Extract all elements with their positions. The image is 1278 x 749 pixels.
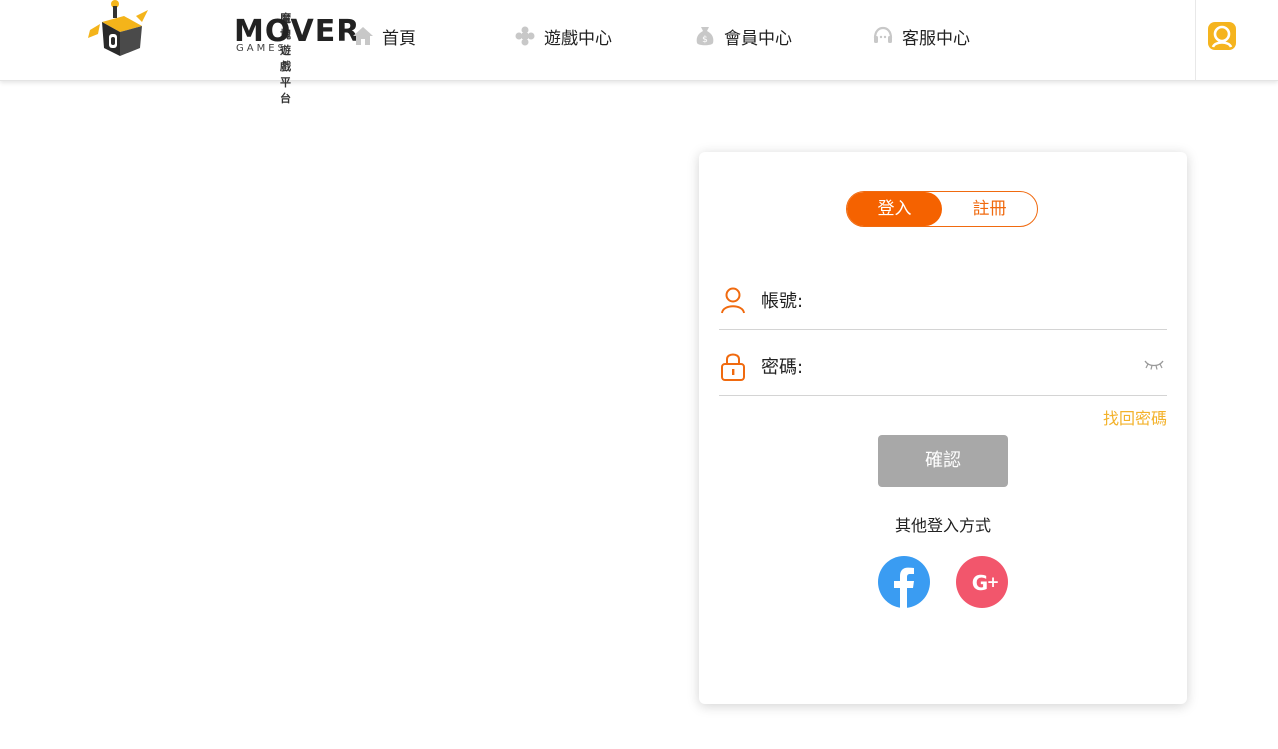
login-card: 登入 註冊 帳號: 密碼: 找回密碼 確認 其他登入方式 G + (699, 152, 1187, 704)
tab-login[interactable]: 登入 (847, 192, 942, 226)
money-bag-icon: $ (696, 27, 714, 46)
svg-text:$: $ (702, 35, 708, 45)
nav-service-center[interactable]: 客服中心 (872, 22, 970, 50)
tab-register[interactable]: 註冊 (942, 192, 1037, 226)
facebook-icon (894, 567, 914, 608)
nav-home-label: 首頁 (382, 28, 416, 49)
account-input[interactable] (815, 283, 1129, 315)
nav-home[interactable]: 首頁 (352, 22, 416, 50)
headset-icon (873, 26, 893, 43)
google-plus-icon: G + (972, 571, 1000, 595)
account-field: 帳號: (719, 269, 1167, 330)
logo-cube-icon (88, 0, 148, 56)
nav-member-center[interactable]: $ 會員中心 (694, 22, 792, 50)
lock-icon (721, 353, 745, 381)
nav-game-center-label: 遊戲中心 (544, 28, 612, 49)
password-label: 密碼: (761, 357, 804, 378)
password-field: 密碼: (719, 335, 1167, 396)
eye-closed-icon[interactable] (1143, 357, 1165, 371)
auth-tab-switch: 登入 註冊 (846, 191, 1038, 227)
account-label: 帳號: (761, 291, 804, 312)
forgot-password-link[interactable]: 找回密碼 (1103, 405, 1167, 429)
svg-text:+: + (987, 573, 1000, 591)
password-input[interactable] (815, 349, 1129, 381)
top-header: 魔塊遊戲平台 MOVER GAMES 首頁 遊戲中心 $ 會員中心 客服中心 (0, 0, 1278, 105)
google-plus-login-button[interactable]: G + (956, 556, 1008, 608)
nav-game-center[interactable]: 遊戲中心 (514, 22, 612, 50)
user-icon (721, 287, 745, 314)
confirm-button[interactable]: 確認 (878, 435, 1008, 487)
nav-service-center-label: 客服中心 (902, 28, 970, 49)
user-avatar-button[interactable] (1206, 20, 1238, 52)
other-login-methods-label: 其他登入方式 (894, 516, 991, 535)
home-icon (353, 27, 373, 45)
nav-member-center-label: 會員中心 (724, 28, 792, 49)
facebook-login-button[interactable] (878, 556, 930, 608)
user-avatar-icon (1208, 22, 1236, 50)
logo-games-text: GAMES (236, 43, 287, 54)
gamepad-icon (515, 26, 535, 46)
mover-games-logo[interactable]: 魔塊遊戲平台 MOVER GAMES (84, 0, 359, 105)
header-divider (1195, 0, 1196, 80)
